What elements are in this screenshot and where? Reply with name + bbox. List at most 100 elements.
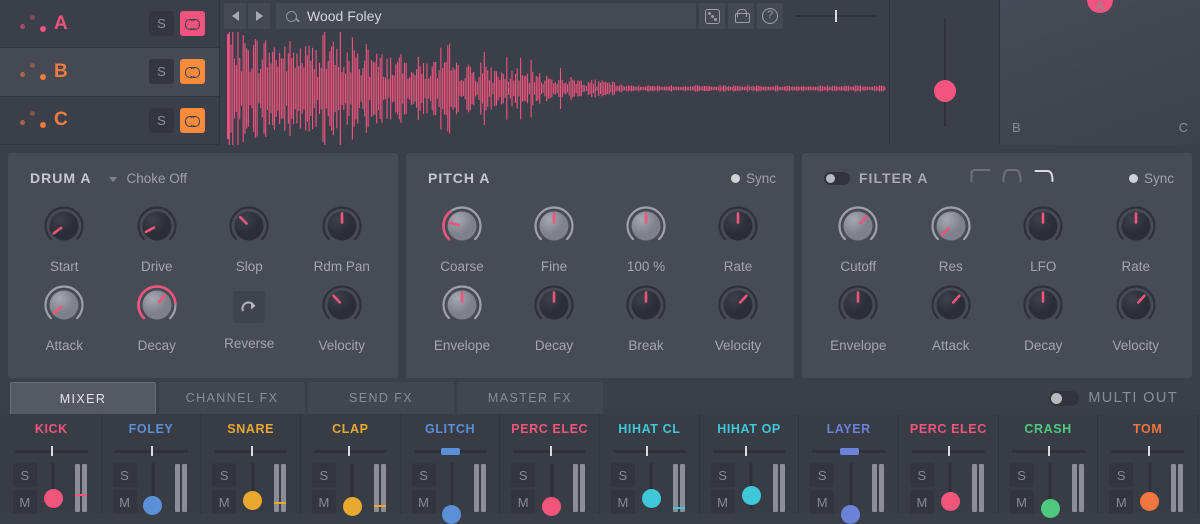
knob-dial[interactable] — [928, 282, 974, 333]
fader-handle[interactable] — [841, 505, 861, 524]
channel-solo-button[interactable]: S — [1009, 463, 1034, 487]
pan-handle[interactable] — [250, 446, 253, 456]
knob-dial[interactable] — [835, 203, 881, 254]
pan-handle[interactable] — [51, 446, 54, 456]
link-icon[interactable] — [180, 59, 205, 85]
knob-dial[interactable] — [1113, 203, 1159, 254]
volume-fader[interactable] — [741, 463, 761, 509]
channel-solo-button[interactable]: S — [909, 463, 934, 487]
fader-handle[interactable] — [442, 505, 462, 524]
pan-handle[interactable] — [948, 446, 951, 456]
help-button[interactable]: ? — [757, 3, 783, 29]
knob-decay[interactable]: Decay — [997, 282, 1090, 353]
knob-envelope[interactable]: Envelope — [812, 282, 905, 353]
knob-slop[interactable]: Slop — [203, 203, 296, 274]
pan-slider[interactable] — [712, 445, 786, 457]
knob-dial[interactable] — [1020, 282, 1066, 333]
volume-fader[interactable] — [1040, 463, 1060, 519]
filter-sync-toggle[interactable]: Sync — [1128, 171, 1174, 186]
knob-dial[interactable] — [1113, 282, 1159, 333]
mixer-channel[interactable]: PERC ELEC S M — [500, 414, 601, 517]
knob-dial[interactable] — [715, 282, 761, 333]
waveform-display[interactable] — [220, 32, 889, 145]
knob-dial[interactable] — [41, 282, 87, 333]
mixer-channel[interactable]: KICK S M — [2, 414, 102, 514]
filter-enable-toggle[interactable] — [824, 171, 850, 185]
volume-fader[interactable] — [143, 463, 163, 515]
knob-dial[interactable] — [531, 282, 577, 333]
knob-fine[interactable]: Fine — [508, 203, 600, 274]
link-icon[interactable] — [180, 11, 205, 37]
channel-mute-button[interactable]: M — [411, 490, 436, 514]
knob-velocity[interactable]: Velocity — [1090, 282, 1183, 353]
knob-100[interactable]: 100 % — [600, 203, 692, 274]
knob-dial[interactable] — [439, 203, 485, 254]
fader-handle[interactable] — [43, 489, 63, 509]
channel-solo-button[interactable]: S — [810, 463, 835, 487]
knob-envelope[interactable]: Envelope — [416, 282, 508, 353]
pan-slider[interactable] — [114, 445, 188, 457]
mixer-channel[interactable]: TOM S M — [1098, 414, 1199, 514]
volume-fader[interactable] — [841, 463, 861, 524]
channel-mute-button[interactable]: M — [1109, 490, 1134, 514]
playhead[interactable] — [227, 34, 229, 139]
channel-mute-button[interactable]: M — [311, 490, 336, 514]
fader-handle[interactable] — [243, 490, 263, 510]
fader-handle[interactable] — [143, 495, 163, 515]
knob-break[interactable]: Break — [600, 282, 692, 353]
solo-button[interactable]: S — [149, 107, 174, 133]
knob-dial[interactable] — [226, 203, 272, 254]
tab-mixer[interactable]: MIXER — [10, 382, 156, 414]
mixer-channel[interactable]: HIHAT CL S M — [600, 414, 700, 514]
pan-slider[interactable] — [513, 445, 587, 457]
knob-attack[interactable]: Attack — [18, 282, 111, 353]
volume-fader[interactable] — [442, 463, 462, 524]
search-input[interactable]: Wood Foley — [276, 3, 696, 29]
knob-rate[interactable]: Rate — [1090, 203, 1183, 274]
lowpass-icon[interactable] — [970, 168, 991, 188]
mixer-channel[interactable]: SNARE S M — [201, 414, 302, 514]
knob-lfo[interactable]: LFO — [997, 203, 1090, 274]
knob-dial[interactable] — [41, 203, 87, 254]
knob-dial[interactable] — [319, 203, 365, 254]
volume-fader[interactable] — [542, 463, 562, 517]
mixer-channel[interactable]: CRASH S M — [999, 414, 1099, 519]
knob-res[interactable]: Res — [905, 203, 998, 274]
link-icon[interactable] — [180, 107, 205, 133]
pan-handle[interactable] — [745, 446, 748, 456]
volume-fader[interactable] — [43, 463, 63, 509]
channel-solo-button[interactable]: S — [12, 463, 37, 487]
knob-dial[interactable] — [835, 282, 881, 333]
volume-fader[interactable] — [940, 463, 960, 512]
channel-solo-button[interactable]: S — [710, 463, 735, 487]
pan-bar[interactable] — [441, 447, 461, 455]
channel-mute-button[interactable]: M — [710, 490, 735, 514]
pitch-sync-toggle[interactable]: Sync — [730, 171, 776, 186]
fader-handle[interactable] — [641, 489, 661, 509]
fader-handle[interactable] — [342, 496, 362, 516]
knob-dial[interactable] — [439, 282, 485, 333]
channel-solo-button[interactable]: S — [1109, 463, 1134, 487]
pan-slider[interactable] — [14, 445, 88, 457]
track-row-b[interactable]: BS — [0, 48, 219, 97]
zoom-slider[interactable] — [795, 3, 875, 29]
channel-mute-button[interactable]: M — [610, 490, 635, 514]
choke-selector[interactable]: Choke Off — [126, 171, 187, 186]
zoom-slider-handle[interactable] — [835, 10, 837, 22]
knob-dial[interactable] — [134, 282, 180, 333]
fader-handle[interactable] — [1040, 499, 1060, 519]
tab-channel-fx[interactable]: CHANNEL FX — [159, 382, 305, 414]
pan-handle[interactable] — [348, 446, 351, 456]
chevron-down-icon[interactable] — [109, 176, 118, 182]
pan-handle[interactable] — [1147, 446, 1150, 456]
pan-slider[interactable] — [1111, 445, 1185, 457]
channel-solo-button[interactable]: S — [411, 463, 436, 487]
knob-rdm-pan[interactable]: Rdm Pan — [296, 203, 389, 274]
knob-decay[interactable]: Decay — [111, 282, 204, 353]
prev-sample-button[interactable] — [224, 3, 246, 29]
mixer-channel[interactable]: FOLEY S M — [102, 414, 202, 515]
knob-cutoff[interactable]: Cutoff — [812, 203, 905, 274]
pan-handle[interactable] — [549, 446, 552, 456]
knob-rate[interactable]: Rate — [692, 203, 784, 274]
channel-mute-button[interactable]: M — [1009, 490, 1034, 514]
